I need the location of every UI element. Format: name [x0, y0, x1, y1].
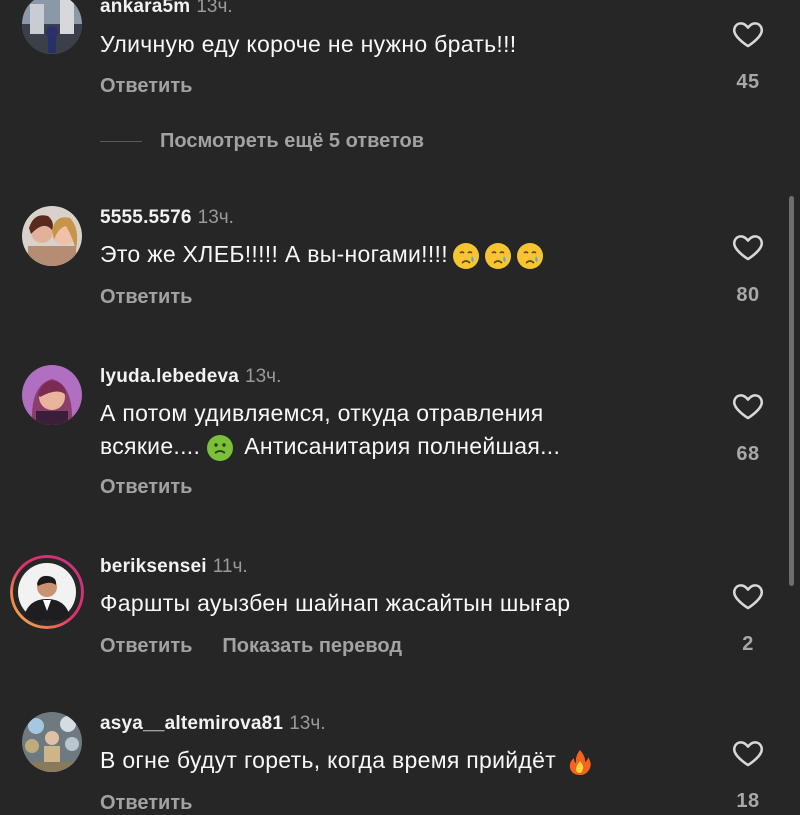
- like-count: 45: [736, 71, 760, 93]
- comment-time: 13ч.: [289, 713, 326, 734]
- street-photo-avatar-icon: [22, 0, 82, 54]
- like-group: 2: [726, 579, 770, 656]
- comment-text: В огне будут гореть, когда время прийдёт: [100, 747, 557, 773]
- like-count: 18: [736, 790, 760, 812]
- reply-button[interactable]: Ответить: [100, 75, 192, 97]
- heart-icon[interactable]: [731, 230, 765, 264]
- comment-time: 13ч.: [196, 0, 233, 17]
- view-more-replies-button[interactable]: Посмотреть ещё 5 ответов: [100, 130, 424, 153]
- man-in-suit-avatar-icon: [10, 555, 84, 629]
- view-more-replies-label: Посмотреть ещё 5 ответов: [160, 130, 425, 152]
- heart-icon[interactable]: [731, 736, 765, 770]
- like-count: 68: [736, 443, 760, 465]
- heart-icon[interactable]: [731, 17, 765, 51]
- comment-username[interactable]: ankara5m: [100, 0, 190, 17]
- avatar[interactable]: [22, 712, 82, 772]
- comment-time: 13ч.: [245, 366, 282, 387]
- like-group: 80: [726, 230, 770, 307]
- like-group: 18: [726, 736, 770, 813]
- comment-username[interactable]: lyuda.lebedeva: [100, 366, 239, 387]
- comment-text: А потом удивляемся, откуда отравления: [100, 400, 544, 426]
- comment-text-row: А потом удивляемся, откуда отравления вс…: [100, 397, 710, 463]
- show-translation-button[interactable]: Показать перевод: [222, 635, 402, 657]
- like-count: 2: [742, 633, 754, 655]
- fire-emoji-icon: [569, 749, 591, 775]
- comment-text: Фаршты ауызбен шайнап жасайтын шығар: [100, 590, 571, 616]
- comment-username[interactable]: asya__altemirova81: [100, 713, 283, 734]
- crying-face-emoji-icon: [452, 242, 479, 269]
- comment-time: 11ч.: [212, 556, 248, 577]
- reply-button[interactable]: Ответить: [100, 286, 192, 308]
- avatar[interactable]: [22, 206, 82, 266]
- avatar[interactable]: [22, 0, 82, 54]
- balloons-avatar-icon: [22, 712, 82, 772]
- comment-text-row: В огне будут гореть, когда время прийдёт: [100, 744, 710, 777]
- reply-button[interactable]: Ответить: [100, 792, 192, 814]
- nauseated-face-emoji-icon: [207, 434, 234, 461]
- woman-avatar-icon: [22, 365, 82, 425]
- crying-face-emoji-icon: [484, 242, 511, 269]
- comment-text: Это же ХЛЕБ!!!!! А вы-ногами!!!!: [100, 241, 448, 267]
- reply-button[interactable]: Ответить: [100, 476, 192, 498]
- avatar-with-story-ring[interactable]: [10, 555, 84, 629]
- comment-text-row: Это же ХЛЕБ!!!!! А вы-ногами!!!!: [100, 238, 710, 271]
- divider: [100, 141, 142, 143]
- comment-text: Антисанитария полнейшая...: [244, 433, 561, 459]
- heart-icon[interactable]: [731, 389, 765, 423]
- comment-username[interactable]: 5555.5576: [100, 207, 192, 228]
- comment-time: 13ч.: [197, 207, 234, 228]
- like-count: 80: [736, 284, 760, 306]
- comment-text: Уличную еду короче не нужно брать!!!: [100, 31, 517, 57]
- like-group: 45: [726, 17, 770, 94]
- crying-face-emoji-icon: [516, 242, 543, 269]
- scrollbar[interactable]: [789, 196, 794, 586]
- heart-icon[interactable]: [731, 579, 765, 613]
- like-group: 68: [726, 389, 770, 466]
- avatar[interactable]: [22, 365, 82, 425]
- comment-username[interactable]: beriksensei: [100, 556, 207, 577]
- comment-text: всякие....: [100, 433, 201, 459]
- two-women-avatar-icon: [22, 206, 82, 266]
- reply-button[interactable]: Ответить: [100, 635, 192, 657]
